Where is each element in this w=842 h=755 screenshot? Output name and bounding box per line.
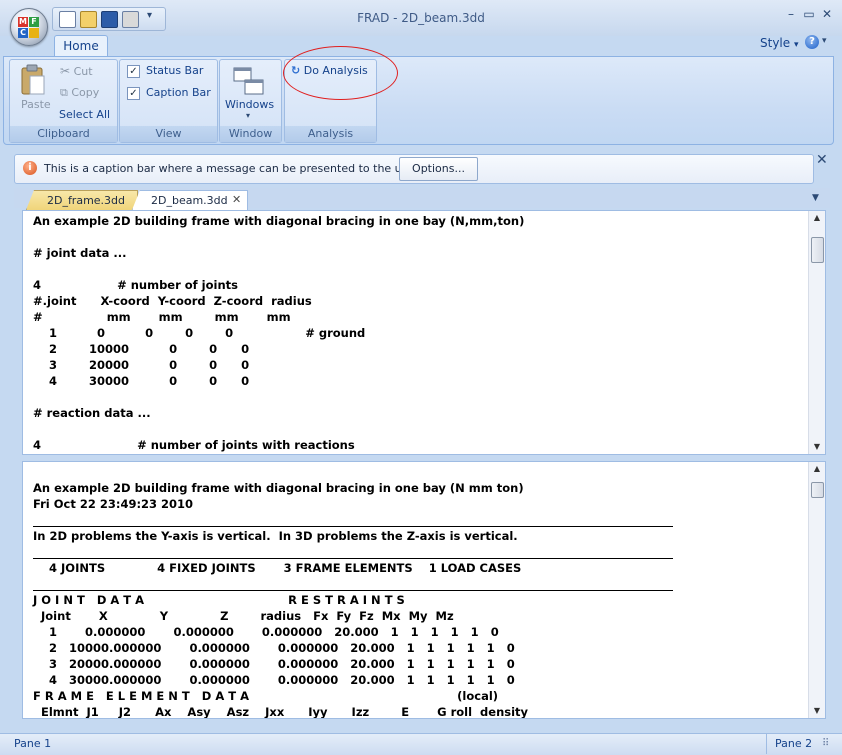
scroll-thumb[interactable] — [811, 482, 824, 498]
minimize-button[interactable]: – — [782, 6, 800, 22]
view-group-label: View — [120, 126, 217, 142]
tab-2d-frame[interactable]: 2D_frame.3dd — [26, 190, 138, 210]
vertical-scrollbar[interactable]: ▲ ▼ — [808, 211, 825, 454]
window-group-label: Window — [220, 126, 281, 142]
logo-c-icon: C — [18, 28, 28, 38]
status-bar — [0, 733, 842, 755]
vertical-scrollbar[interactable]: ▲ ▼ — [808, 462, 825, 718]
text-line: An example 2D building frame with diagon… — [33, 481, 524, 495]
status-pane-1: Pane 1 — [14, 737, 52, 750]
status-bar-label[interactable]: Status Bar — [146, 64, 203, 77]
text-line: Joint X Y Z radius Fx Fy Fz Mx My Mz — [33, 609, 454, 623]
divider — [33, 526, 673, 527]
scroll-down-icon[interactable]: ▼ — [809, 704, 825, 718]
paste-icon[interactable] — [20, 64, 46, 96]
analysis-group-label: Analysis — [285, 126, 376, 142]
close-icon[interactable]: ✕ — [232, 193, 241, 206]
chevron-down-icon: ▾ — [246, 111, 251, 120]
cut-label: Cut — [73, 65, 93, 78]
logo-square-icon — [29, 28, 39, 38]
status-divider — [766, 734, 767, 754]
text-line: 4 # number of joints — [33, 278, 238, 292]
caption-message: This is a caption bar where a message ca… — [44, 162, 422, 175]
style-menu-label: Style — [760, 36, 791, 50]
text-line: J O I N T D A T A R E S T R A I N T S — [33, 593, 405, 607]
paste-button[interactable]: Paste — [21, 98, 51, 111]
caption-bar-label[interactable]: Caption Bar — [146, 86, 211, 99]
close-icon[interactable]: ✕ — [816, 152, 828, 168]
window-title: FRAD - 2D_beam.3dd — [357, 11, 485, 25]
text-line: # reaction data ... — [33, 406, 151, 420]
copy-button[interactable]: ⧉ Copy — [60, 86, 99, 100]
close-button[interactable]: ✕ — [818, 6, 836, 22]
text-line: An example 2D building frame with diagon… — [33, 214, 525, 228]
text-line: F R A M E E L E M E N T D A T A (local) — [33, 689, 499, 703]
text-line: 1 0.000000 0.000000 0.000000 20.000 1 1 … — [33, 625, 499, 639]
chevron-down-icon: ▾ — [793, 40, 799, 50]
chevron-down-icon[interactable]: ▼ — [812, 193, 819, 203]
windows-button[interactable]: Windows — [225, 98, 274, 111]
status-pane-2: Pane 2 — [775, 737, 813, 750]
text-line: #.joint X-coord Y-coord Z-coord radius — [33, 294, 312, 308]
input-editor-pane[interactable]: An example 2D building frame with diagon… — [22, 210, 826, 455]
text-line: 4 JOINTS 4 FIXED JOINTS 3 FRAME ELEMENTS… — [33, 561, 522, 575]
scroll-thumb[interactable] — [811, 237, 824, 263]
copy-icon: ⧉ — [60, 86, 68, 99]
tab-home[interactable]: Home — [54, 35, 108, 57]
divider — [33, 558, 673, 559]
info-icon: i — [23, 161, 37, 175]
cut-button[interactable]: ✂ Cut — [60, 64, 93, 78]
text-line: In 2D problems the Y-axis is vertical. I… — [33, 529, 518, 543]
select-all-button[interactable]: Select All — [59, 108, 110, 121]
text-line: 2 10000.000000 0.000000 0.000000 20.000 … — [33, 641, 515, 655]
chevron-down-icon[interactable]: ▾ — [822, 36, 827, 46]
help-icon[interactable]: ? — [805, 35, 819, 49]
text-line: 4 30000 0 0 0 — [33, 374, 250, 388]
text-line: 1 0 0 0 0 # ground — [33, 326, 366, 340]
text-line: # joint data ... — [33, 246, 127, 260]
text-line: 3 20000 0 0 0 — [33, 358, 250, 372]
highlight-circle — [283, 46, 398, 100]
text-line: Elmnt J1 J2 Ax Asy Asz Jxx Iyy Izz E G r… — [33, 705, 529, 719]
style-menu[interactable]: Style ▾ — [760, 36, 799, 50]
text-line: 4 30000.000000 0.000000 0.000000 20.000 … — [33, 673, 515, 687]
resize-grip-icon[interactable]: ⠿ — [822, 738, 829, 749]
options-button[interactable]: Options... — [399, 157, 478, 181]
maximize-button[interactable]: ▭ — [800, 6, 818, 22]
status-bar-checkbox[interactable]: ✓ — [127, 65, 140, 78]
windows-icon[interactable] — [233, 66, 265, 96]
scroll-up-icon[interactable]: ▲ — [809, 211, 825, 225]
scroll-down-icon[interactable]: ▼ — [809, 440, 825, 454]
text-line: 4 # number of joints with reactions — [33, 438, 355, 452]
text-line: # mm mm mm mm — [33, 310, 291, 324]
caption-bar-checkbox[interactable]: ✓ — [127, 87, 140, 100]
divider — [33, 590, 673, 591]
scissors-icon: ✂ — [60, 64, 71, 78]
output-pane[interactable]: An example 2D building frame with diagon… — [22, 461, 826, 719]
text-line: 2 10000 0 0 0 — [33, 342, 250, 356]
tab-2d-beam[interactable]: 2D_beam.3dd — [132, 190, 248, 210]
text-line: 3 20000.000000 0.000000 0.000000 20.000 … — [33, 657, 515, 671]
clipboard-group-label: Clipboard — [10, 126, 117, 142]
copy-label: Copy — [71, 86, 100, 99]
text-line: Fri Oct 22 23:49:23 2010 — [33, 497, 194, 511]
scroll-up-icon[interactable]: ▲ — [809, 462, 825, 476]
